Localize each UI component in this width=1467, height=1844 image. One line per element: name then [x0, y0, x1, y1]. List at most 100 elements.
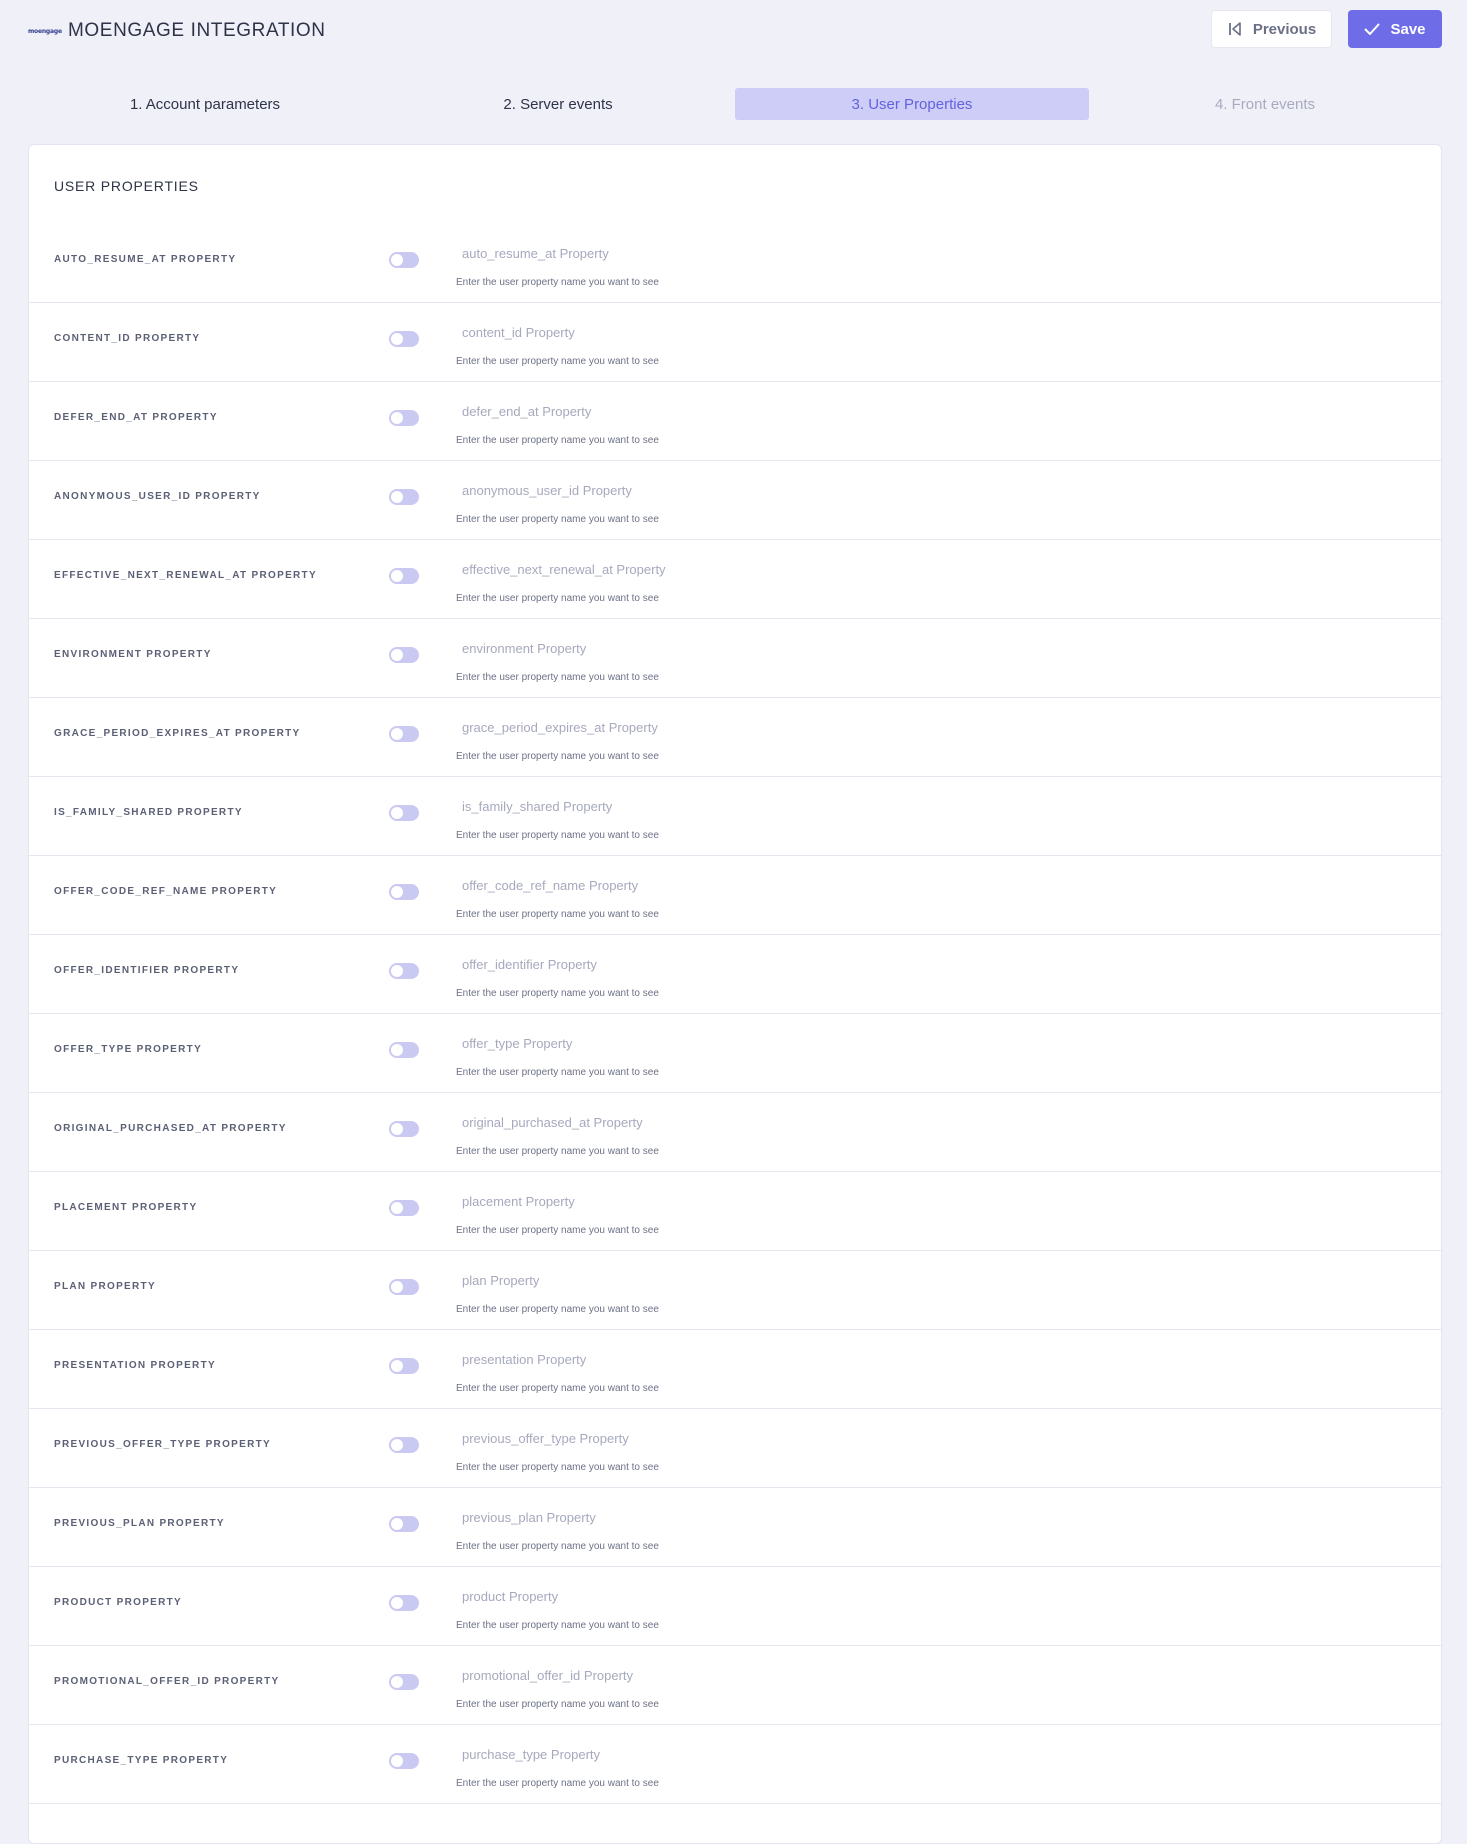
property-name-input[interactable] — [462, 478, 982, 502]
property-toggle[interactable] — [389, 1279, 419, 1295]
property-helper-text: Enter the user property name you want to… — [456, 1778, 659, 1789]
property-toggle[interactable] — [389, 1516, 419, 1532]
step-server-events[interactable]: 2. Server events — [381, 88, 735, 120]
toggle-knob — [391, 1676, 403, 1688]
property-helper-text: Enter the user property name you want to… — [456, 1462, 659, 1473]
property-label: OFFER_CODE_REF_NAME PROPERTY — [54, 886, 278, 897]
property-row: PROMOTIONAL_OFFER_ID PROPERTY Enter the u… — [29, 1646, 1441, 1725]
save-button[interactable]: Save — [1348, 10, 1442, 48]
property-name-input[interactable] — [462, 794, 982, 818]
property-name-input[interactable] — [462, 557, 982, 581]
page-header: moengage MOENGAGE INTEGRATION Previous S… — [0, 0, 1467, 64]
property-helper-text: Enter the user property name you want to… — [456, 988, 659, 999]
property-list: AUTO_RESUME_AT PROPERTY Enter the user pr… — [29, 224, 1441, 1804]
property-toggle[interactable] — [389, 410, 419, 426]
property-toggle[interactable] — [389, 884, 419, 900]
property-name-input[interactable] — [462, 1031, 982, 1055]
property-name-input[interactable] — [462, 1505, 982, 1529]
check-icon — [1364, 21, 1380, 37]
property-row: CONTENT_ID PROPERTY Enter the user proper… — [29, 303, 1441, 382]
property-row: AUTO_RESUME_AT PROPERTY Enter the user pr… — [29, 224, 1441, 303]
property-toggle[interactable] — [389, 1200, 419, 1216]
property-toggle[interactable] — [389, 1121, 419, 1137]
property-name-input[interactable] — [462, 320, 982, 344]
property-name-input[interactable] — [462, 1268, 982, 1292]
property-toggle[interactable] — [389, 1753, 419, 1769]
property-name-input[interactable] — [462, 1663, 982, 1687]
section-title: USER PROPERTIES — [54, 178, 199, 194]
property-toggle[interactable] — [389, 647, 419, 663]
toggle-knob — [391, 1755, 403, 1767]
property-label: OFFER_TYPE PROPERTY — [54, 1044, 203, 1055]
property-helper-text: Enter the user property name you want to… — [456, 909, 659, 920]
toggle-knob — [391, 1281, 403, 1293]
property-label: PLACEMENT PROPERTY — [54, 1202, 198, 1213]
property-label: PURCHASE_TYPE PROPERTY — [54, 1755, 229, 1766]
property-name-input[interactable] — [462, 399, 982, 423]
step-account-parameters[interactable]: 1. Account parameters — [28, 88, 382, 120]
toggle-knob — [391, 254, 403, 266]
property-helper-text: Enter the user property name you want to… — [456, 751, 659, 762]
property-label: DEFER_END_AT PROPERTY — [54, 412, 218, 423]
property-label: PLAN PROPERTY — [54, 1281, 156, 1292]
property-row: GRACE_PERIOD_EXPIRES_AT PROPERTY Enter th… — [29, 698, 1441, 777]
toggle-knob — [391, 1360, 403, 1372]
property-row: PRODUCT PROPERTY Enter the user property … — [29, 1567, 1441, 1646]
property-row: DEFER_END_AT PROPERTY Enter the user prop… — [29, 382, 1441, 461]
property-toggle[interactable] — [389, 1437, 419, 1453]
property-label: PROMOTIONAL_OFFER_ID PROPERTY — [54, 1676, 280, 1687]
wizard-steps: 1. Account parameters 2. Server events 3… — [28, 88, 1442, 120]
property-name-input[interactable] — [462, 1584, 982, 1608]
property-name-input[interactable] — [462, 1426, 982, 1450]
property-helper-text: Enter the user property name you want to… — [456, 1699, 659, 1710]
property-name-input[interactable] — [462, 715, 982, 739]
property-row: ANONYMOUS_USER_ID PROPERTY Enter the user… — [29, 461, 1441, 540]
property-name-input[interactable] — [462, 952, 982, 976]
property-toggle[interactable] — [389, 568, 419, 584]
property-row: ORIGINAL_PURCHASED_AT PROPERTY Enter the … — [29, 1093, 1441, 1172]
property-toggle[interactable] — [389, 963, 419, 979]
property-label: OFFER_IDENTIFIER PROPERTY — [54, 965, 240, 976]
toggle-knob — [391, 728, 403, 740]
page-title: MOENGAGE INTEGRATION — [68, 20, 326, 41]
property-name-input[interactable] — [462, 636, 982, 660]
property-name-input[interactable] — [462, 241, 982, 265]
user-properties-card: USER PROPERTIES AUTO_RESUME_AT PROPERTY E… — [28, 144, 1442, 1844]
property-toggle[interactable] — [389, 331, 419, 347]
property-row: IS_FAMILY_SHARED PROPERTY Enter the user … — [29, 777, 1441, 856]
property-toggle[interactable] — [389, 252, 419, 268]
property-name-input[interactable] — [462, 1110, 982, 1134]
property-name-input[interactable] — [462, 1347, 982, 1371]
step-user-properties[interactable]: 3. User Properties — [735, 88, 1089, 120]
property-row: PRESENTATION PROPERTY Enter the user prop… — [29, 1330, 1441, 1409]
property-helper-text: Enter the user property name you want to… — [456, 1225, 659, 1236]
property-helper-text: Enter the user property name you want to… — [456, 593, 659, 604]
save-label: Save — [1390, 20, 1426, 38]
property-name-input[interactable] — [462, 1742, 982, 1766]
property-toggle[interactable] — [389, 726, 419, 742]
property-helper-text: Enter the user property name you want to… — [456, 277, 659, 288]
property-row: OFFER_TYPE PROPERTY Enter the user proper… — [29, 1014, 1441, 1093]
property-toggle[interactable] — [389, 1595, 419, 1611]
property-name-input[interactable] — [462, 1189, 982, 1213]
step-front-events[interactable]: 4. Front events — [1088, 88, 1442, 120]
previous-button[interactable]: Previous — [1211, 10, 1332, 48]
toggle-knob — [391, 1597, 403, 1609]
property-label: ORIGINAL_PURCHASED_AT PROPERTY — [54, 1123, 287, 1134]
property-helper-text: Enter the user property name you want to… — [456, 1067, 659, 1078]
property-name-input[interactable] — [462, 873, 982, 897]
property-toggle[interactable] — [389, 1674, 419, 1690]
property-toggle[interactable] — [389, 489, 419, 505]
toggle-knob — [391, 649, 403, 661]
previous-label: Previous — [1252, 20, 1317, 38]
property-row: EFFECTIVE_NEXT_RENEWAL_AT PROPERTY Enter … — [29, 540, 1441, 619]
skip-back-icon — [1227, 21, 1243, 37]
property-label: PREVIOUS_OFFER_TYPE PROPERTY — [54, 1439, 271, 1450]
property-toggle[interactable] — [389, 1042, 419, 1058]
property-toggle[interactable] — [389, 1358, 419, 1374]
toggle-knob — [391, 1044, 403, 1056]
property-row: OFFER_CODE_REF_NAME PROPERTY Enter the us… — [29, 856, 1441, 935]
property-row: PLAN PROPERTY Enter the user property nam… — [29, 1251, 1441, 1330]
property-helper-text: Enter the user property name you want to… — [456, 356, 659, 367]
property-toggle[interactable] — [389, 805, 419, 821]
